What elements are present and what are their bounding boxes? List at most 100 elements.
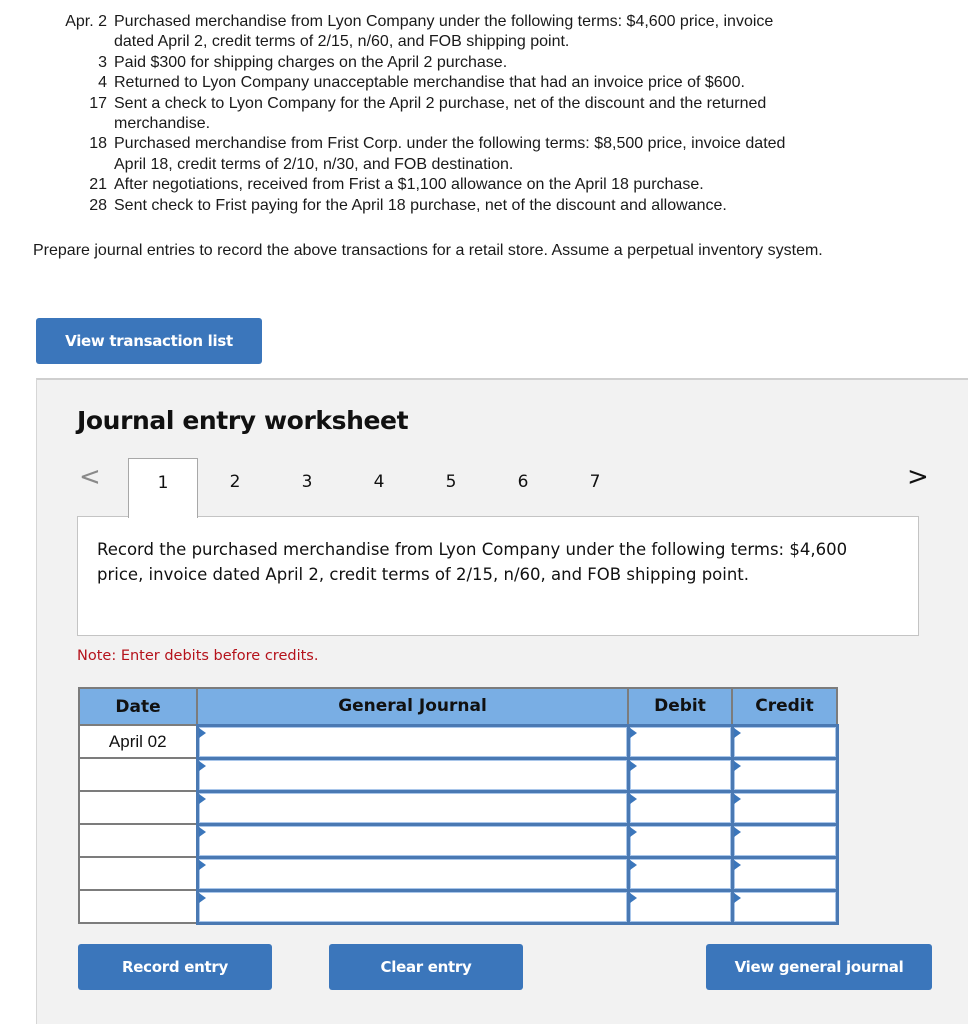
dropdown-caret-icon[interactable] xyxy=(733,859,741,870)
account-value[interactable] xyxy=(198,891,627,922)
dropdown-caret-icon[interactable] xyxy=(198,727,206,738)
account-input[interactable] xyxy=(195,789,630,826)
journal-table: Date General Journal Debit Credit April … xyxy=(78,687,839,925)
dropdown-caret-icon[interactable] xyxy=(629,760,637,771)
dropdown-caret-icon[interactable] xyxy=(198,760,206,771)
account-input[interactable] xyxy=(195,888,630,925)
debit-value[interactable] xyxy=(629,858,731,889)
transaction-list: Apr. 2 Purchased merchandise from Lyon C… xyxy=(40,12,940,216)
transaction-item: 17 Sent a check to Lyon Company for the … xyxy=(40,94,940,135)
chevron-left-icon[interactable]: < xyxy=(79,462,101,492)
tab-entry-2[interactable]: 2 xyxy=(200,458,270,518)
debit-input[interactable] xyxy=(626,723,734,760)
column-header-debit: Debit xyxy=(627,687,733,726)
dropdown-caret-icon[interactable] xyxy=(629,892,637,903)
dropdown-caret-icon[interactable] xyxy=(733,826,741,837)
tab-entry-7[interactable]: 7 xyxy=(560,458,630,518)
column-header-general-journal: General Journal xyxy=(196,687,629,726)
date-cell: April 02 xyxy=(78,724,198,759)
account-input[interactable] xyxy=(195,822,630,859)
debit-input[interactable] xyxy=(626,756,734,793)
credit-input[interactable] xyxy=(730,723,839,760)
credit-value[interactable] xyxy=(733,759,836,790)
debit-input[interactable] xyxy=(626,888,734,925)
credit-input[interactable] xyxy=(730,855,839,892)
tab-entry-5[interactable]: 5 xyxy=(416,458,486,518)
transaction-item: 18 Purchased merchandise from Frist Corp… xyxy=(40,134,940,175)
dropdown-caret-icon[interactable] xyxy=(629,793,637,804)
credit-input[interactable] xyxy=(730,756,839,793)
tab-entry-1[interactable]: 1 xyxy=(128,458,198,518)
transaction-line: Sent check to Frist paying for the April… xyxy=(114,196,727,214)
transaction-date: 28 xyxy=(89,196,107,214)
dropdown-caret-icon[interactable] xyxy=(198,793,206,804)
transaction-text: Sent check to Frist paying for the April… xyxy=(114,196,940,216)
clear-entry-button[interactable]: Clear entry xyxy=(329,944,523,990)
dropdown-caret-icon[interactable] xyxy=(629,727,637,738)
transaction-date: 17 xyxy=(89,94,107,112)
credit-input[interactable] xyxy=(730,822,839,859)
transaction-item: Apr. 2 Purchased merchandise from Lyon C… xyxy=(40,12,940,53)
dropdown-caret-icon[interactable] xyxy=(198,826,206,837)
transaction-line: Purchased merchandise from Frist Corp. u… xyxy=(114,135,786,153)
date-cell xyxy=(78,790,198,825)
dropdown-caret-icon[interactable] xyxy=(733,892,741,903)
credit-input[interactable] xyxy=(730,789,839,826)
account-input[interactable] xyxy=(195,756,630,793)
debit-input[interactable] xyxy=(626,789,734,826)
dropdown-caret-icon[interactable] xyxy=(733,793,741,804)
credit-value[interactable] xyxy=(733,825,836,856)
debit-input[interactable] xyxy=(626,822,734,859)
credit-value[interactable] xyxy=(733,792,836,823)
transaction-text: Returned to Lyon Company unacceptable me… xyxy=(114,73,940,93)
tab-entry-6[interactable]: 6 xyxy=(488,458,558,518)
date-cell xyxy=(78,856,198,891)
record-entry-button[interactable]: Record entry xyxy=(78,944,272,990)
transaction-text: Purchased merchandise from Lyon Company … xyxy=(114,12,940,53)
account-value[interactable] xyxy=(198,825,627,856)
transaction-text: Paid $300 for shipping charges on the Ap… xyxy=(114,53,940,73)
dropdown-caret-icon[interactable] xyxy=(733,727,741,738)
journal-entry-worksheet: Journal entry worksheet < 1 2 3 4 5 6 7 … xyxy=(36,378,968,1024)
debit-value[interactable] xyxy=(629,825,731,856)
credit-input[interactable] xyxy=(730,888,839,925)
journal-row xyxy=(78,789,839,826)
dropdown-caret-icon[interactable] xyxy=(629,859,637,870)
debit-value[interactable] xyxy=(629,759,731,790)
debit-input[interactable] xyxy=(626,855,734,892)
transaction-line: Returned to Lyon Company unacceptable me… xyxy=(114,74,745,92)
dropdown-caret-icon[interactable] xyxy=(733,760,741,771)
credit-value[interactable] xyxy=(733,891,836,922)
credit-value[interactable] xyxy=(733,726,836,757)
account-input[interactable] xyxy=(195,855,630,892)
account-value[interactable] xyxy=(198,858,627,889)
dropdown-caret-icon[interactable] xyxy=(198,859,206,870)
tab-entry-4[interactable]: 4 xyxy=(344,458,414,518)
transaction-line: April 18, credit terms of 2/10, n/30, an… xyxy=(114,155,514,173)
account-value[interactable] xyxy=(198,792,627,823)
note-text: Note: Enter debits before credits. xyxy=(77,648,319,664)
journal-header-row: Date General Journal Debit Credit xyxy=(78,687,838,726)
instructions-text: Prepare journal entries to record the ab… xyxy=(33,242,823,259)
column-header-date: Date xyxy=(78,687,198,726)
journal-row xyxy=(78,756,839,793)
transaction-line: Sent a check to Lyon Company for the Apr… xyxy=(114,94,767,112)
credit-value[interactable] xyxy=(733,858,836,889)
transaction-date: 4 xyxy=(98,74,107,92)
debit-value[interactable] xyxy=(629,891,731,922)
chevron-right-icon[interactable]: > xyxy=(907,462,929,492)
transaction-line: Purchased merchandise from Lyon Company … xyxy=(114,13,774,30)
worksheet-title: Journal entry worksheet xyxy=(77,406,409,435)
view-transaction-list-button[interactable]: View transaction list xyxy=(36,318,262,364)
dropdown-caret-icon[interactable] xyxy=(198,892,206,903)
view-general-journal-button[interactable]: View general journal xyxy=(706,944,932,990)
account-input[interactable] xyxy=(195,723,630,760)
transaction-item: 21 After negotiations, received from Fri… xyxy=(40,175,940,195)
debit-value[interactable] xyxy=(629,726,731,757)
tab-entry-3[interactable]: 3 xyxy=(272,458,342,518)
dropdown-caret-icon[interactable] xyxy=(629,826,637,837)
account-value[interactable] xyxy=(198,726,627,757)
transaction-item: 4 Returned to Lyon Company unacceptable … xyxy=(40,73,940,93)
debit-value[interactable] xyxy=(629,792,731,823)
account-value[interactable] xyxy=(198,759,627,790)
